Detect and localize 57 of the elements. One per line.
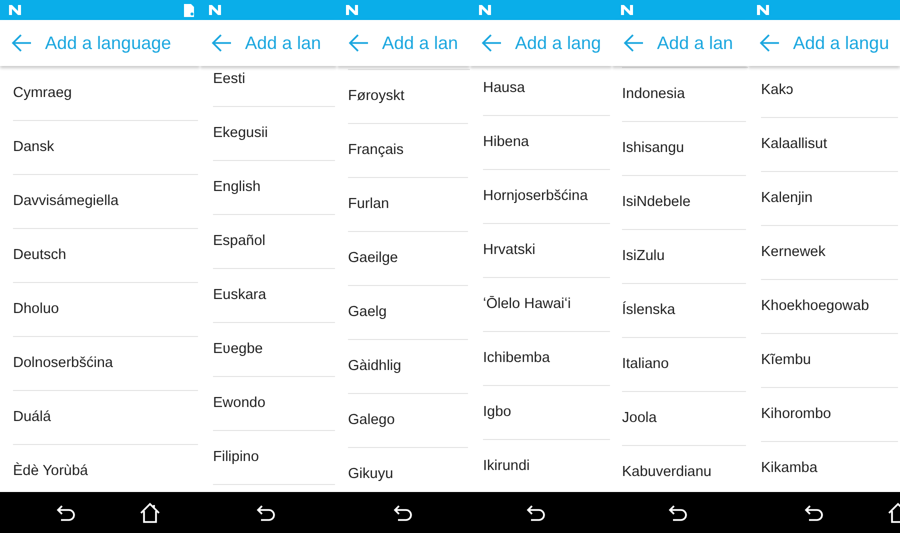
language-item[interactable]: Khoekhoegowab <box>761 280 898 334</box>
language-item[interactable]: Galego <box>348 394 468 448</box>
language-item[interactable]: Hausa <box>483 66 610 116</box>
language-item[interactable]: Hrvatski <box>483 224 610 278</box>
language-item[interactable]: ʻŌlelo Hawaiʻi <box>483 278 610 332</box>
language-item[interactable]: Hibena <box>483 116 610 170</box>
language-item[interactable]: Igbo <box>483 386 610 440</box>
notification-icon <box>621 5 633 15</box>
language-item[interactable]: Hornjoserbšćina <box>483 170 610 224</box>
language-item[interactable]: Cymraeg <box>13 67 198 121</box>
language-item[interactable]: Kalenjin <box>761 172 898 226</box>
notification-icon <box>479 5 491 15</box>
language-item[interactable]: Eʋegbe <box>213 323 335 377</box>
page-title: Add a lan <box>245 32 322 54</box>
language-item[interactable]: Dholuo <box>13 283 198 337</box>
language-item[interactable]: Joola <box>622 392 746 446</box>
language-item[interactable]: Euskara <box>213 269 335 323</box>
page-title: Add a language <box>45 32 172 55</box>
language-item[interactable]: Español <box>213 215 335 269</box>
language-item[interactable]: Ewondo <box>213 377 335 431</box>
language-item[interactable]: Kakɔ <box>761 66 898 118</box>
language-item[interactable]: Gaeilge <box>348 232 468 286</box>
language-item[interactable]: Ishisangu <box>622 122 746 176</box>
language-item[interactable]: Français <box>348 124 468 178</box>
language-item[interactable]: Kihorombo <box>761 388 898 442</box>
language-item[interactable]: Kernewek <box>761 226 898 280</box>
notification-icon <box>757 5 769 15</box>
file-icon <box>184 4 194 16</box>
home-button[interactable] <box>139 502 161 524</box>
language-item[interactable]: Ichibemba <box>483 332 610 386</box>
language-item[interactable]: Føroyskt <box>348 70 468 124</box>
language-item[interactable]: Kĩembu <box>761 334 898 388</box>
language-item[interactable]: Gaelg <box>348 286 468 340</box>
notification-icon <box>346 5 358 15</box>
notification-icon <box>209 5 221 15</box>
language-item[interactable]: Dansk <box>13 121 198 175</box>
language-item[interactable]: IsiZulu <box>622 230 746 284</box>
language-item[interactable]: Eesti <box>213 66 335 107</box>
page-title: Add a lan <box>382 32 458 54</box>
page-title: Add a lan <box>657 32 734 54</box>
language-item[interactable]: Gàidhlig <box>348 340 468 394</box>
language-item[interactable]: Ekegusii <box>213 107 335 161</box>
language-item[interactable]: Duálá <box>13 391 198 445</box>
language-item[interactable]: Kalaallisut <box>761 118 898 172</box>
language-item[interactable]: Davvisámegiella <box>13 175 198 229</box>
language-item[interactable]: Dolnoserbšćina <box>13 337 198 391</box>
language-item[interactable]: Deutsch <box>13 229 198 283</box>
notification-icon <box>9 5 21 15</box>
page-title: Add a langu <box>793 32 890 55</box>
language-item[interactable]: Italiano <box>622 338 746 392</box>
language-item[interactable]: Íslenska <box>622 284 746 338</box>
page-title: Add a lang <box>515 32 602 55</box>
language-item[interactable]: Furlan <box>348 178 468 232</box>
language-item[interactable]: Indonesia <box>622 68 746 122</box>
language-item[interactable]: Filipino <box>213 431 335 485</box>
language-item[interactable]: IsiNdebele <box>622 176 746 230</box>
language-item[interactable]: English <box>213 161 335 215</box>
